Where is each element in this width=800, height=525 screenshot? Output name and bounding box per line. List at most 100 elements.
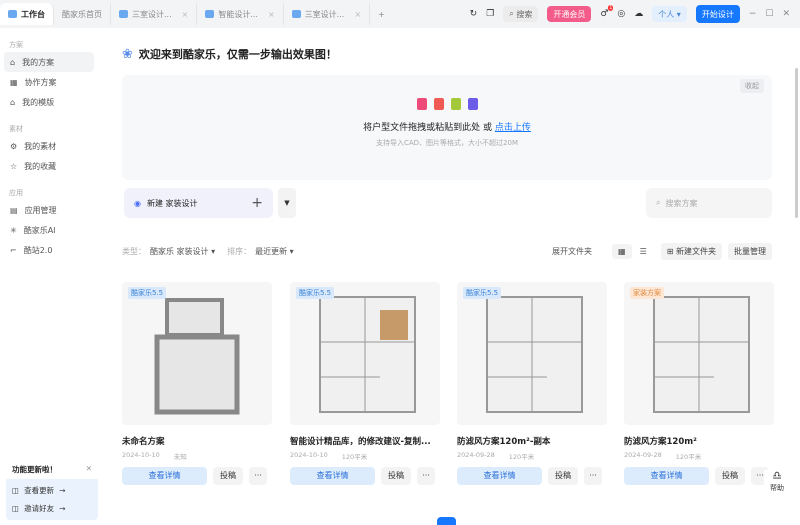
sidebar-item-templates[interactable]: ⌂ 我的模版	[4, 92, 94, 112]
sidebar-item-ai[interactable]: ✳ 酷家乐AI	[4, 220, 94, 240]
card-date: 2024-09-28	[457, 451, 495, 459]
start-design-button[interactable]: 开始设计	[695, 5, 740, 23]
minimize-icon[interactable]: −	[749, 9, 757, 19]
file-type-icon	[450, 98, 461, 110]
sidebar-item-site[interactable]: ⌐ 酷站2.0	[4, 240, 94, 260]
section-title: 方案	[9, 41, 23, 49]
file-type-icon	[416, 98, 427, 110]
upload-hint: 支持导入CAD、图片等格式，大小不超过20M	[375, 139, 518, 147]
section-title: 素材	[9, 125, 23, 133]
help-button[interactable]: ♎ 帮助	[764, 470, 790, 498]
card-title[interactable]: 防滤风方案120m²	[624, 435, 774, 447]
submit-button[interactable]: 投稿	[213, 467, 243, 485]
main-content: ❀ 欢迎来到酷家乐，仅需一步输出效果图！ 收起 将户型文件拖拽或粘贴到此处 或 点…	[110, 28, 800, 523]
submit-button[interactable]: 投稿	[715, 467, 745, 485]
sidebar-item-apps[interactable]: ▤ 应用管理	[4, 200, 94, 220]
filter-bar: 类型： 酷家乐 家装设计 ▾ 排序： 最近更新 ▾ 展开文件夹 ▦ ☰ ⊞ 新建…	[122, 242, 772, 260]
expand-folders-toggle[interactable]: 展开文件夹	[552, 246, 592, 257]
scrollbar[interactable]	[795, 68, 798, 218]
new-design-button[interactable]: ◉ 新建 家装设计 +	[124, 188, 273, 218]
floorplan-image	[653, 296, 750, 413]
type-filter[interactable]: 酷家乐 家装设计 ▾	[150, 246, 215, 257]
new-folder-button[interactable]: ⊞ 新建文件夹	[660, 242, 722, 260]
card-date: 2024-10-10	[122, 451, 160, 459]
floorplan-image	[319, 296, 416, 413]
tab-design-3[interactable]: 三室设计... ×	[284, 3, 371, 25]
card-title[interactable]: 未命名方案	[122, 435, 272, 447]
sidebar-item-favorites[interactable]: ☆ 我的收藏	[4, 156, 94, 176]
floorplan-thumbnail[interactable]: 酷家乐5.5	[457, 282, 607, 425]
view-details-button[interactable]: 查看详情	[290, 467, 375, 485]
sort-filter[interactable]: 最近更新 ▾	[255, 246, 294, 257]
maximize-icon[interactable]: ☐	[765, 9, 773, 19]
design-card[interactable]: 酷家乐5.5 智能设计精品库，的修改建议-复制... 2024-10-10 120…	[290, 282, 440, 487]
list-view-icon[interactable]: ☰	[640, 247, 647, 256]
home-icon: ⌂	[10, 57, 16, 67]
invite-friends-link[interactable]: ◫ 邀请好友 →	[12, 499, 92, 517]
design-card[interactable]: 酷家乐5.5 未命名方案 2024-10-10 未知 查看详情 投稿 ···	[122, 282, 272, 487]
search-button[interactable]: ⌕ 搜索	[503, 6, 539, 22]
more-options-button[interactable]: ···	[584, 467, 602, 485]
design-card[interactable]: 酷家乐5.5 防滤风方案120m²-副本 2024-09-28 120平米 查看详…	[457, 282, 607, 487]
avatar[interactable]: ☁	[634, 9, 643, 19]
logo-icon: ❀	[122, 46, 133, 62]
vip-button[interactable]: 开通会员	[547, 6, 592, 22]
settings-icon[interactable]: ◎	[617, 9, 625, 19]
tab-workbench[interactable]: 工作台	[0, 3, 54, 25]
design-icon	[119, 10, 128, 18]
page-indicator[interactable]	[437, 517, 456, 525]
sidebar-item-my-designs[interactable]: ⌂ 我的方案	[4, 52, 94, 72]
card-title[interactable]: 智能设计精品库，的修改建议-复制...	[290, 435, 440, 447]
card-area: 120平米	[675, 453, 702, 461]
refresh-icon[interactable]: ↻	[470, 9, 478, 19]
card-area: 120平米	[508, 453, 535, 461]
floorplan-thumbnail[interactable]: 酷家乐5.5	[122, 282, 272, 425]
new-design-dropdown[interactable]: ▼	[278, 188, 296, 218]
card-title[interactable]: 防滤风方案120m²-副本	[457, 435, 607, 447]
close-icon[interactable]: ✕	[86, 464, 92, 475]
more-options-button[interactable]: ···	[417, 467, 435, 485]
batch-manage-button[interactable]: 批量管理	[728, 242, 772, 260]
headset-icon: ♎	[772, 469, 782, 482]
upload-text: 将户型文件拖拽或粘贴到此处 或	[363, 123, 492, 133]
floorplan-image	[154, 298, 240, 415]
close-icon[interactable]: ×	[182, 10, 189, 19]
file-type-icon	[433, 98, 444, 110]
sidebar-item-materials[interactable]: ⚙ 我的素材	[4, 136, 94, 156]
tab-home[interactable]: 酷家乐首页	[54, 3, 111, 25]
notification-icon[interactable]: ♂ 1	[600, 5, 614, 19]
notification-badge: 1	[608, 5, 614, 11]
view-updates-link[interactable]: ◫ 查看更新 →	[12, 481, 92, 499]
plus-icon: +	[251, 195, 263, 211]
design-icon	[205, 10, 215, 18]
submit-button[interactable]: 投稿	[381, 467, 411, 485]
view-details-button[interactable]: 查看详情	[624, 467, 709, 485]
floorplan-thumbnail[interactable]: 酷家乐5.5	[290, 282, 440, 425]
upload-dropzone[interactable]: 收起 将户型文件拖拽或粘贴到此处 或 点击上传 支持导入CAD、图片等格式，大小…	[122, 75, 772, 180]
invite-icon: ◫	[12, 503, 20, 513]
section-title: 应用	[9, 189, 23, 197]
card-date: 2024-09-28	[624, 451, 662, 459]
tab-design-1[interactable]: 三室设计... ×	[111, 3, 198, 25]
submit-button[interactable]: 投稿	[548, 467, 578, 485]
close-window-icon[interactable]: ✕	[782, 9, 790, 19]
view-details-button[interactable]: 查看详情	[122, 467, 207, 485]
grid-view-icon[interactable]: ▦	[612, 243, 632, 259]
view-details-button[interactable]: 查看详情	[457, 467, 542, 485]
user-menu[interactable]: 个人 ▾	[652, 6, 687, 22]
close-icon[interactable]: ×	[268, 10, 275, 19]
tab-design-2[interactable]: 智能设计... ×	[197, 3, 284, 25]
collapse-button[interactable]: 收起	[740, 79, 764, 93]
close-icon[interactable]: ×	[354, 10, 361, 19]
sidebar-item-collab[interactable]: ▦ 协作方案	[4, 72, 94, 92]
card-area: 未知	[173, 453, 187, 461]
file-type-icon	[467, 98, 478, 110]
bookmark-icon[interactable]: ❐	[486, 9, 494, 19]
new-tab-button[interactable]: +	[370, 3, 393, 25]
floorplan-thumbnail[interactable]: 家装方案	[624, 282, 774, 425]
top-bar: 工作台 酷家乐首页 三室设计... × 智能设计... × 三室设计... × + ↻…	[0, 0, 800, 28]
more-options-button[interactable]: ···	[249, 467, 267, 485]
click-upload-link[interactable]: 点击上传	[495, 123, 531, 133]
search-input[interactable]: ⌕ 搜索方案	[646, 188, 772, 218]
design-card[interactable]: 家装方案 防滤风方案120m² 2024-09-28 120平米 查看详情 投稿 ··…	[624, 282, 774, 487]
